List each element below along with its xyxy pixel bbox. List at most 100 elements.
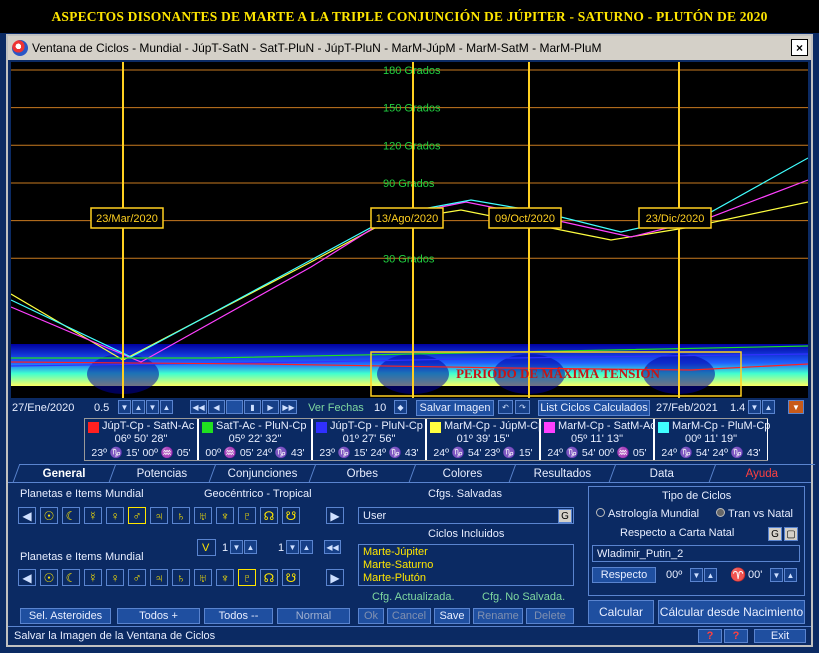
v-toggle[interactable]: V bbox=[197, 539, 216, 556]
carta-natal-field[interactable]: Wladimir_Putin_2 bbox=[592, 545, 800, 562]
planet-glyph-icon[interactable]: ☾ bbox=[62, 569, 80, 586]
v1-up[interactable]: ▲ bbox=[244, 540, 257, 554]
planet-prev-button[interactable]: ◀ bbox=[18, 569, 36, 586]
deg-up[interactable]: ▲ bbox=[704, 568, 717, 582]
radio-tran-vs-natal[interactable]: Tran vs Natal bbox=[716, 508, 793, 520]
planet-glyph-icon[interactable]: ♀ bbox=[106, 507, 124, 524]
planet-glyph-icon[interactable]: ☊ bbox=[260, 507, 278, 524]
todos-minus-button[interactable]: Todos -- bbox=[204, 608, 273, 624]
tab-conjunciones[interactable]: Conjunciones bbox=[208, 464, 316, 482]
carta-window-icon[interactable]: ▢ bbox=[784, 527, 798, 541]
last-button[interactable]: ▶▶ bbox=[280, 400, 297, 414]
cfg-g-button[interactable]: G bbox=[558, 509, 572, 523]
exit-button[interactable]: Exit bbox=[754, 629, 806, 643]
planet-prev-button[interactable]: ◀ bbox=[18, 507, 36, 524]
ciclos-list[interactable]: Marte-Júpiter Marte-Saturno Marte-Plutón bbox=[358, 544, 574, 586]
planet-glyph-icon[interactable]: ♆ bbox=[216, 507, 234, 524]
mid-button[interactable]: ▮ bbox=[244, 400, 261, 414]
tab-orbes[interactable]: Orbes bbox=[308, 464, 416, 482]
planet-glyph-icon[interactable]: ♇ bbox=[238, 569, 256, 586]
rewind-button[interactable]: ◀◀ bbox=[324, 540, 341, 554]
step-up-button[interactable]: ▲ bbox=[132, 400, 145, 414]
close-button[interactable]: × bbox=[791, 39, 808, 56]
carta-g-button[interactable]: G bbox=[768, 527, 782, 541]
planet-glyph-icon[interactable]: ♅ bbox=[194, 507, 212, 524]
planet-glyph-icon[interactable]: ☋ bbox=[282, 569, 300, 586]
legend-name: SatT-Ac - PluN-Cp bbox=[216, 420, 307, 432]
planet-glyph-icon[interactable]: ♃ bbox=[150, 507, 168, 524]
ciclo-list-item[interactable]: Marte-Saturno bbox=[363, 559, 569, 572]
step-up2-button[interactable]: ▲ bbox=[160, 400, 173, 414]
planet-glyph-icon[interactable]: ☿ bbox=[84, 569, 102, 586]
salvar-imagen-button[interactable]: Salvar Imagen bbox=[416, 400, 494, 416]
planet-next-button[interactable]: ▶ bbox=[326, 507, 344, 524]
min-up[interactable]: ▲ bbox=[784, 568, 797, 582]
ver-fechas-stepper[interactable]: ◆ bbox=[394, 400, 407, 414]
planet-glyph-icon[interactable]: ♆ bbox=[216, 569, 234, 586]
first-button[interactable]: ◀◀ bbox=[190, 400, 207, 414]
scroll-thumb[interactable] bbox=[226, 400, 243, 414]
calcular-button[interactable]: Calcular bbox=[588, 600, 654, 624]
v2-up[interactable]: ▲ bbox=[300, 540, 313, 554]
tab-colores[interactable]: Colores bbox=[408, 464, 516, 482]
redo-icon[interactable]: ↷ bbox=[515, 400, 530, 414]
window-title: Ventana de Ciclos - Mundial - JúpT-SatN … bbox=[32, 41, 602, 55]
save-button[interactable]: Save bbox=[434, 608, 470, 624]
planet-glyph-icon[interactable]: ♂ bbox=[128, 569, 146, 586]
delete-button[interactable]: Delete bbox=[526, 608, 574, 624]
help-button-2[interactable]: ? bbox=[724, 629, 748, 643]
planet-glyph-icon[interactable]: ☉ bbox=[40, 507, 58, 524]
sel-asteroides-button[interactable]: Sel. Asteroides bbox=[20, 608, 111, 624]
planet-glyph-icon[interactable]: ♄ bbox=[172, 569, 190, 586]
planet-glyph-icon[interactable]: ♃ bbox=[150, 569, 168, 586]
legend-swatch bbox=[202, 422, 213, 433]
zoom-down-button[interactable]: ▼ bbox=[748, 400, 761, 414]
cfg-user-field[interactable]: User bbox=[358, 507, 574, 524]
ciclo-list-item[interactable]: Marte-Plutón bbox=[363, 572, 569, 585]
download-icon[interactable]: ▼ bbox=[788, 400, 804, 414]
legend-position: 00º 11' 19" bbox=[684, 433, 738, 445]
planet-glyph-icon[interactable]: ☋ bbox=[282, 507, 300, 524]
planet-glyph-icon[interactable]: ♄ bbox=[172, 507, 190, 524]
next-button[interactable]: ▶ bbox=[262, 400, 279, 414]
step-down2-button[interactable]: ▼ bbox=[146, 400, 159, 414]
legend-swatch bbox=[430, 422, 441, 433]
min-down[interactable]: ▼ bbox=[770, 568, 783, 582]
prev-button[interactable]: ◀ bbox=[208, 400, 225, 414]
planet-glyph-icon[interactable]: ♅ bbox=[194, 569, 212, 586]
planet-glyph-icon[interactable]: ☉ bbox=[40, 569, 58, 586]
tab-potencias[interactable]: Potencias bbox=[108, 464, 216, 482]
ciclo-list-item[interactable]: Marte-Júpiter bbox=[363, 546, 569, 559]
planet-glyph-icon[interactable]: ☾ bbox=[62, 507, 80, 524]
planet-glyph-icon[interactable]: ♀ bbox=[106, 569, 124, 586]
list-ciclos-button[interactable]: List Ciclos Calculados bbox=[538, 400, 650, 416]
tab-ayuda[interactable]: Ayuda bbox=[708, 464, 816, 482]
zoom-up-button[interactable]: ▲ bbox=[762, 400, 775, 414]
planet-next-button[interactable]: ▶ bbox=[326, 569, 344, 586]
respecto-button[interactable]: Respecto bbox=[592, 567, 656, 583]
normal-button[interactable]: Normal bbox=[277, 608, 350, 624]
v2-down[interactable]: ▼ bbox=[286, 540, 299, 554]
radio-astro-mundial[interactable]: Astrología Mundial bbox=[596, 508, 699, 520]
help-button-1[interactable]: ? bbox=[698, 629, 722, 643]
deg-down[interactable]: ▼ bbox=[690, 568, 703, 582]
rename-button[interactable]: Rename bbox=[473, 608, 523, 624]
todos-plus-button[interactable]: Todos + bbox=[117, 608, 200, 624]
planet-glyph-icon[interactable]: ♇ bbox=[238, 507, 256, 524]
calcular-nacimiento-button[interactable]: Cálcular desde Nacimiento bbox=[658, 600, 805, 624]
legend-swatch bbox=[316, 422, 327, 433]
v1-down[interactable]: ▼ bbox=[230, 540, 243, 554]
ok-button[interactable]: Ok bbox=[358, 608, 384, 624]
planet-glyph-icon[interactable]: ☿ bbox=[84, 507, 102, 524]
cancel-button[interactable]: Cancel bbox=[387, 608, 431, 624]
tab-resultados[interactable]: Resultados bbox=[508, 464, 616, 482]
planet-glyph-icon[interactable]: ☊ bbox=[260, 569, 278, 586]
page-banner: ASPECTOS DISONANTES DE MARTE A LA TRIPLE… bbox=[0, 0, 819, 33]
planet-glyph-icon[interactable]: ♂ bbox=[128, 507, 146, 524]
tab-data[interactable]: Data bbox=[608, 464, 716, 482]
geo-tropical-label: Geocéntrico - Tropical bbox=[204, 488, 312, 500]
general-panel: Planetas e Items Mundial Geocéntrico - T… bbox=[8, 482, 811, 625]
undo-icon[interactable]: ↶ bbox=[498, 400, 513, 414]
tab-general[interactable]: General bbox=[12, 464, 116, 482]
step-down-button[interactable]: ▼ bbox=[118, 400, 131, 414]
